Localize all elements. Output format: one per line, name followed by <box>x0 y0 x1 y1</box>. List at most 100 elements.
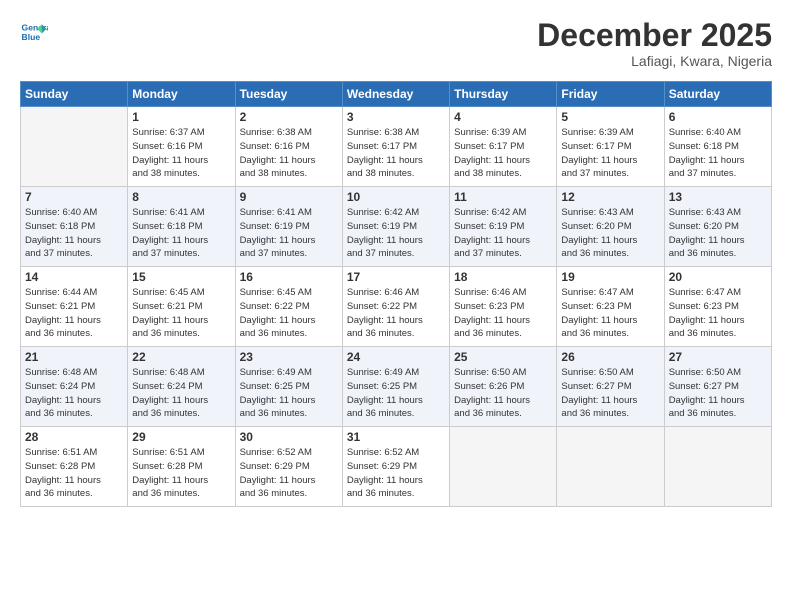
weekday-header-row: SundayMondayTuesdayWednesdayThursdayFrid… <box>21 82 772 107</box>
weekday-saturday: Saturday <box>664 82 771 107</box>
week-row-3: 14 Sunrise: 6:44 AMSunset: 6:21 PMDayligh… <box>21 267 772 347</box>
day-number: 25 <box>454 350 552 364</box>
calendar-cell: 4 Sunrise: 6:39 AMSunset: 6:17 PMDaylight… <box>450 107 557 187</box>
week-row-5: 28Sunrise: 6:51 AMSunset: 6:28 PMDayligh… <box>21 427 772 507</box>
day-number: 2 <box>240 110 338 124</box>
day-info: Sunrise: 6:45 AMSunset: 6:22 PMDaylight:… <box>240 286 338 341</box>
calendar-cell: 27 Sunrise: 6:50 AMSunset: 6:27 PMDayligh… <box>664 347 771 427</box>
calendar-cell: 2 Sunrise: 6:38 AMSunset: 6:16 PMDaylight… <box>235 107 342 187</box>
day-info: Sunrise: 6:38 AMSunset: 6:16 PMDaylight:… <box>240 126 338 181</box>
location: Lafiagi, Kwara, Nigeria <box>537 53 772 69</box>
logo-icon: General Blue <box>20 18 48 46</box>
day-info: Sunrise: 6:41 AMSunset: 6:19 PMDaylight:… <box>240 206 338 261</box>
day-number: 19 <box>561 270 659 284</box>
calendar-cell <box>450 427 557 507</box>
day-info: Sunrise: 6:52 AMSunset: 6:29 PMDaylight:… <box>347 446 445 501</box>
calendar-cell: 17 Sunrise: 6:46 AMSunset: 6:22 PMDayligh… <box>342 267 449 347</box>
day-info: Sunrise: 6:50 AMSunset: 6:27 PMDaylight:… <box>561 366 659 421</box>
day-number: 21 <box>25 350 123 364</box>
calendar-cell <box>664 427 771 507</box>
day-info: Sunrise: 6:51 AMSunset: 6:28 PMDaylight:… <box>132 446 230 501</box>
day-info: Sunrise: 6:39 AMSunset: 6:17 PMDaylight:… <box>561 126 659 181</box>
calendar-cell: 9 Sunrise: 6:41 AMSunset: 6:19 PMDaylight… <box>235 187 342 267</box>
calendar-cell: 5 Sunrise: 6:39 AMSunset: 6:17 PMDaylight… <box>557 107 664 187</box>
day-info: Sunrise: 6:39 AMSunset: 6:17 PMDaylight:… <box>454 126 552 181</box>
header: General Blue December 2025 Lafiagi, Kwar… <box>20 18 772 69</box>
day-number: 22 <box>132 350 230 364</box>
day-number: 6 <box>669 110 767 124</box>
day-info: Sunrise: 6:42 AMSunset: 6:19 PMDaylight:… <box>347 206 445 261</box>
title-block: December 2025 Lafiagi, Kwara, Nigeria <box>537 18 772 69</box>
day-number: 3 <box>347 110 445 124</box>
day-info: Sunrise: 6:50 AMSunset: 6:26 PMDaylight:… <box>454 366 552 421</box>
day-number: 9 <box>240 190 338 204</box>
day-info: Sunrise: 6:48 AMSunset: 6:24 PMDaylight:… <box>132 366 230 421</box>
day-info: Sunrise: 6:47 AMSunset: 6:23 PMDaylight:… <box>561 286 659 341</box>
day-number: 17 <box>347 270 445 284</box>
weekday-sunday: Sunday <box>21 82 128 107</box>
calendar-cell: 6 Sunrise: 6:40 AMSunset: 6:18 PMDaylight… <box>664 107 771 187</box>
day-info: Sunrise: 6:43 AMSunset: 6:20 PMDaylight:… <box>669 206 767 261</box>
day-number: 15 <box>132 270 230 284</box>
week-row-2: 7Sunrise: 6:40 AMSunset: 6:18 PMDaylight… <box>21 187 772 267</box>
calendar-cell: 3 Sunrise: 6:38 AMSunset: 6:17 PMDaylight… <box>342 107 449 187</box>
calendar-cell: 11Sunrise: 6:42 AMSunset: 6:19 PMDayligh… <box>450 187 557 267</box>
day-info: Sunrise: 6:43 AMSunset: 6:20 PMDaylight:… <box>561 206 659 261</box>
day-number: 7 <box>25 190 123 204</box>
day-info: Sunrise: 6:52 AMSunset: 6:29 PMDaylight:… <box>240 446 338 501</box>
calendar-cell: 30 Sunrise: 6:52 AMSunset: 6:29 PMDayligh… <box>235 427 342 507</box>
svg-text:Blue: Blue <box>22 32 41 42</box>
day-info: Sunrise: 6:47 AMSunset: 6:23 PMDaylight:… <box>669 286 767 341</box>
calendar-cell: 24Sunrise: 6:49 AMSunset: 6:25 PMDayligh… <box>342 347 449 427</box>
calendar-cell: 8Sunrise: 6:41 AMSunset: 6:18 PMDaylight… <box>128 187 235 267</box>
day-number: 27 <box>669 350 767 364</box>
calendar-cell: 25 Sunrise: 6:50 AMSunset: 6:26 PMDayligh… <box>450 347 557 427</box>
day-info: Sunrise: 6:46 AMSunset: 6:22 PMDaylight:… <box>347 286 445 341</box>
day-info: Sunrise: 6:44 AMSunset: 6:21 PMDaylight:… <box>25 286 123 341</box>
day-info: Sunrise: 6:45 AMSunset: 6:21 PMDaylight:… <box>132 286 230 341</box>
calendar-cell: 22 Sunrise: 6:48 AMSunset: 6:24 PMDayligh… <box>128 347 235 427</box>
week-row-1: 1Sunrise: 6:37 AMSunset: 6:16 PMDaylight… <box>21 107 772 187</box>
weekday-tuesday: Tuesday <box>235 82 342 107</box>
day-number: 10 <box>347 190 445 204</box>
day-info: Sunrise: 6:40 AMSunset: 6:18 PMDaylight:… <box>669 126 767 181</box>
page: General Blue December 2025 Lafiagi, Kwar… <box>0 0 792 612</box>
day-number: 4 <box>454 110 552 124</box>
day-number: 14 <box>25 270 123 284</box>
day-info: Sunrise: 6:51 AMSunset: 6:28 PMDaylight:… <box>25 446 123 501</box>
weekday-thursday: Thursday <box>450 82 557 107</box>
day-number: 31 <box>347 430 445 444</box>
day-number: 13 <box>669 190 767 204</box>
weekday-wednesday: Wednesday <box>342 82 449 107</box>
month-title: December 2025 <box>537 18 772 53</box>
calendar-cell: 26Sunrise: 6:50 AMSunset: 6:27 PMDayligh… <box>557 347 664 427</box>
calendar-cell: 7Sunrise: 6:40 AMSunset: 6:18 PMDaylight… <box>21 187 128 267</box>
day-number: 24 <box>347 350 445 364</box>
day-info: Sunrise: 6:37 AMSunset: 6:16 PMDaylight:… <box>132 126 230 181</box>
weekday-friday: Friday <box>557 82 664 107</box>
day-number: 12 <box>561 190 659 204</box>
day-info: Sunrise: 6:41 AMSunset: 6:18 PMDaylight:… <box>132 206 230 261</box>
calendar-cell: 20 Sunrise: 6:47 AMSunset: 6:23 PMDayligh… <box>664 267 771 347</box>
calendar-cell: 13 Sunrise: 6:43 AMSunset: 6:20 PMDayligh… <box>664 187 771 267</box>
calendar-cell: 31 Sunrise: 6:52 AMSunset: 6:29 PMDayligh… <box>342 427 449 507</box>
weekday-monday: Monday <box>128 82 235 107</box>
day-info: Sunrise: 6:48 AMSunset: 6:24 PMDaylight:… <box>25 366 123 421</box>
day-number: 5 <box>561 110 659 124</box>
calendar-cell: 19 Sunrise: 6:47 AMSunset: 6:23 PMDayligh… <box>557 267 664 347</box>
calendar-cell: 21 Sunrise: 6:48 AMSunset: 6:24 PMDayligh… <box>21 347 128 427</box>
calendar-cell: 16Sunrise: 6:45 AMSunset: 6:22 PMDayligh… <box>235 267 342 347</box>
calendar-cell: 10 Sunrise: 6:42 AMSunset: 6:19 PMDayligh… <box>342 187 449 267</box>
week-row-4: 21 Sunrise: 6:48 AMSunset: 6:24 PMDayligh… <box>21 347 772 427</box>
calendar-cell <box>557 427 664 507</box>
logo: General Blue <box>20 18 48 46</box>
day-number: 20 <box>669 270 767 284</box>
day-number: 30 <box>240 430 338 444</box>
calendar-cell: 14 Sunrise: 6:44 AMSunset: 6:21 PMDayligh… <box>21 267 128 347</box>
day-number: 23 <box>240 350 338 364</box>
calendar-cell: 18Sunrise: 6:46 AMSunset: 6:23 PMDayligh… <box>450 267 557 347</box>
calendar-cell: 15 Sunrise: 6:45 AMSunset: 6:21 PMDayligh… <box>128 267 235 347</box>
day-info: Sunrise: 6:38 AMSunset: 6:17 PMDaylight:… <box>347 126 445 181</box>
day-info: Sunrise: 6:50 AMSunset: 6:27 PMDaylight:… <box>669 366 767 421</box>
day-number: 11 <box>454 190 552 204</box>
